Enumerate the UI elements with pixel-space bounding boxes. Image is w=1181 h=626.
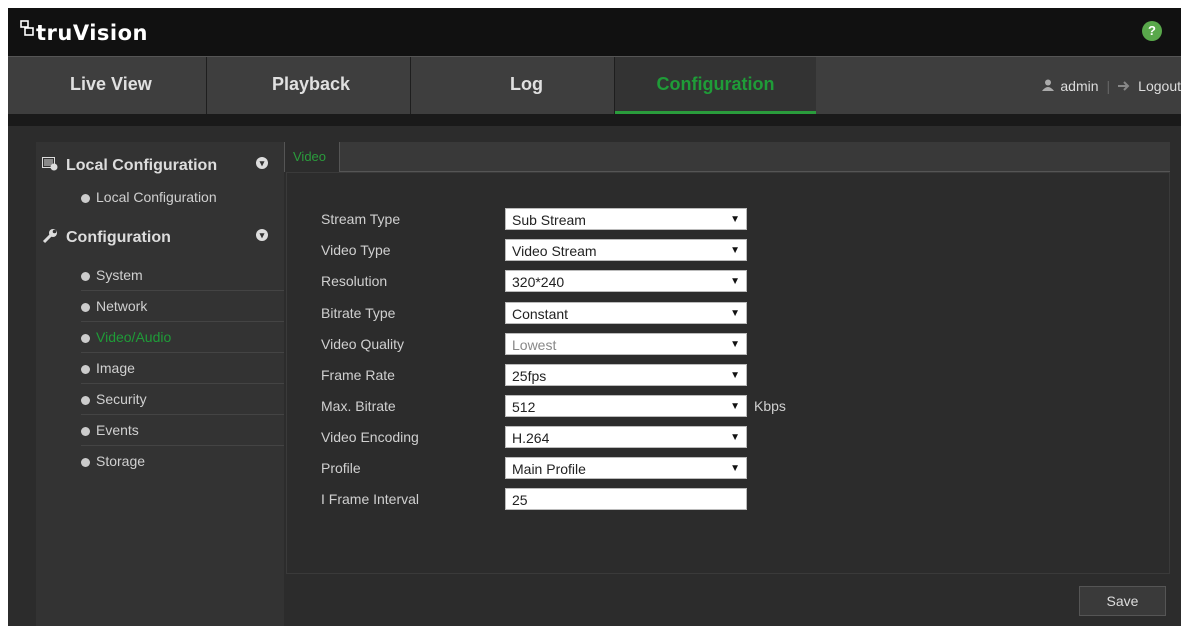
video-quality-label: Video Quality (321, 336, 405, 352)
dropdown-arrow-icon: ▼ (730, 245, 740, 256)
dropdown-arrow-icon: ▼ (730, 401, 740, 412)
header-divider (8, 114, 1181, 126)
sidebar: Local Configuration ▾ Local Configuratio… (36, 142, 284, 626)
bullet-icon (81, 396, 90, 405)
frame-rate-label: Frame Rate (321, 367, 395, 383)
sidebar-item-events[interactable]: Events (81, 415, 284, 446)
sidebar-item-label: Network (96, 298, 148, 314)
logout-link[interactable]: Logout (1138, 78, 1181, 94)
sidebar-group-label: Local Configuration (66, 157, 218, 174)
select-value: Constant (512, 306, 569, 322)
bullet-icon (81, 272, 90, 281)
wrench-icon (40, 228, 60, 249)
brand-logo: truVision (20, 20, 148, 45)
profile-select[interactable]: Main Profile ▼ (505, 457, 747, 479)
top-bar: truVision ? (8, 8, 1181, 56)
sidebar-group-label: Configuration (66, 229, 171, 246)
sidebar-item-label: Video/Audio (96, 329, 172, 345)
logo-mark-icon (20, 20, 34, 36)
sidebar-item-system[interactable]: System (81, 260, 284, 291)
local-config-icon (40, 156, 60, 176)
select-value: 512 (512, 399, 536, 415)
sidebar-item-network[interactable]: Network (81, 291, 284, 322)
username[interactable]: admin (1060, 78, 1098, 94)
max-bitrate-unit: Kbps (754, 398, 786, 414)
dropdown-arrow-icon: ▼ (730, 370, 740, 381)
logout-icon[interactable] (1118, 78, 1132, 94)
resolution-label: Resolution (321, 273, 388, 289)
sidebar-item-label: System (96, 267, 143, 283)
sidebar-item-label: Events (96, 422, 139, 438)
sidebar-item-security[interactable]: Security (81, 384, 284, 415)
dropdown-arrow-icon: ▼ (730, 276, 740, 287)
sidebar-item-storage[interactable]: Storage (81, 446, 284, 477)
dropdown-arrow-icon: ▼ (730, 463, 740, 474)
sidebar-item-video-audio[interactable]: Video/Audio (81, 322, 284, 353)
bullet-icon (81, 303, 90, 312)
video-quality-select[interactable]: Lowest ▼ (505, 333, 747, 355)
user-divider: | (1106, 77, 1111, 94)
main-nav: Live View Playback Log Configuration adm… (8, 56, 1181, 114)
tab-live-view[interactable]: Live View (8, 57, 207, 114)
stream-type-label: Stream Type (321, 211, 401, 227)
video-type-select[interactable]: Video Stream ▼ (505, 239, 747, 261)
sidebar-item-local-configuration[interactable]: Local Configuration (81, 182, 284, 213)
bullet-icon (81, 458, 90, 467)
max-bitrate-select[interactable]: 512 ▼ (505, 395, 747, 417)
dropdown-arrow-icon: ▼ (730, 339, 740, 350)
content-tab-bar: Video (284, 142, 1170, 172)
user-box: admin | Logout (1042, 57, 1181, 114)
select-value: Video Stream (512, 243, 597, 259)
video-type-label: Video Type (321, 242, 391, 258)
brand-name: truVision (36, 21, 149, 45)
user-icon (1042, 78, 1055, 94)
tab-configuration[interactable]: Configuration (615, 57, 816, 114)
video-encoding-label: Video Encoding (321, 429, 419, 445)
select-value: Lowest (512, 337, 557, 353)
bullet-icon (81, 427, 90, 436)
app-window: truVision ? Live View Playback Log Confi… (8, 8, 1181, 626)
resolution-select[interactable]: 320*240 ▼ (505, 270, 747, 292)
dropdown-arrow-icon: ▼ (730, 214, 740, 225)
input-value: 25 (512, 492, 528, 508)
select-value: Main Profile (512, 461, 586, 477)
sidebar-item-label: Storage (96, 453, 146, 469)
save-button[interactable]: Save (1079, 586, 1166, 616)
tab-log[interactable]: Log (412, 57, 615, 114)
tab-video[interactable]: Video (284, 142, 340, 172)
max-bitrate-label: Max. Bitrate (321, 398, 396, 414)
bitrate-type-select[interactable]: Constant ▼ (505, 302, 747, 324)
help-button[interactable]: ? (1142, 21, 1162, 41)
chevron-down-icon[interactable]: ▾ (256, 229, 268, 241)
chevron-down-icon[interactable]: ▾ (256, 157, 268, 169)
bitrate-type-label: Bitrate Type (321, 305, 396, 321)
sidebar-item-label: Image (96, 360, 135, 376)
video-encoding-select[interactable]: H.264 ▼ (505, 426, 747, 448)
bullet-icon (81, 365, 90, 374)
select-value: 320*240 (512, 274, 565, 290)
sidebar-group-configuration[interactable]: Configuration ▾ (36, 222, 284, 254)
i-frame-interval-label: I Frame Interval (321, 491, 420, 507)
sidebar-item-label: Security (96, 391, 147, 407)
tab-playback[interactable]: Playback (208, 57, 411, 114)
stream-type-select[interactable]: Sub Stream ▼ (505, 208, 747, 230)
dropdown-arrow-icon: ▼ (730, 308, 740, 319)
dropdown-arrow-icon: ▼ (730, 432, 740, 443)
sidebar-group-local-configuration[interactable]: Local Configuration ▾ (36, 150, 284, 182)
select-value: H.264 (512, 430, 550, 446)
sidebar-item-image[interactable]: Image (81, 353, 284, 384)
sidebar-item-label: Local Configuration (96, 189, 217, 205)
frame-rate-select[interactable]: 25fps ▼ (505, 364, 747, 386)
profile-label: Profile (321, 460, 361, 476)
bullet-icon (81, 334, 90, 343)
select-value: 25fps (512, 368, 547, 384)
i-frame-interval-input[interactable]: 25 (505, 488, 747, 510)
select-value: Sub Stream (512, 212, 586, 228)
bullet-icon (81, 194, 90, 203)
